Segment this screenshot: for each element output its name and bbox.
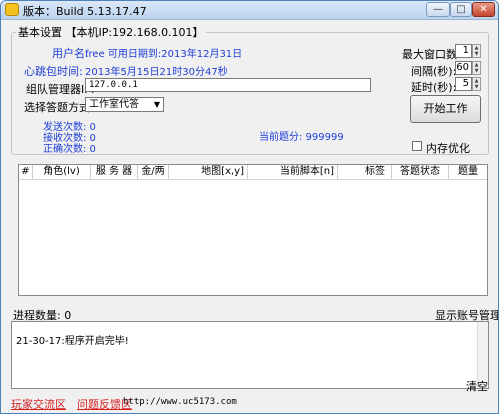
delay-label: 延时(秒):: [411, 81, 457, 94]
close-icon: ✕: [479, 4, 488, 15]
col-index[interactable]: #: [19, 165, 33, 179]
window-title: 版本：Build 5.13.17.47: [23, 5, 147, 18]
heartbeat-label: 心跳包时间:: [24, 65, 83, 78]
col-script[interactable]: 当前脚本[n]: [248, 165, 338, 179]
col-map[interactable]: 地图[x,y]: [169, 165, 248, 179]
username-label: 用户名:: [52, 47, 89, 60]
maximize-button[interactable]: □: [450, 2, 472, 17]
correct-count: 正确次数: 0: [43, 144, 96, 155]
roles-table[interactable]: # 角色(lv) 服 务 器 金/两 地图[x,y] 当前脚本[n] 标签 答题…: [18, 164, 488, 296]
answer-mode-value: 工作室代答: [89, 99, 139, 110]
col-tag[interactable]: 标签: [338, 165, 392, 179]
memory-optimize-checkbox[interactable]: [412, 141, 422, 151]
col-question-count[interactable]: 题量: [449, 165, 487, 179]
player-forum-link[interactable]: 玩家交流区: [11, 396, 66, 412]
website-url[interactable]: http://www.uc5173.com: [123, 397, 237, 407]
chevron-down-icon: ▼: [153, 100, 160, 109]
heartbeat-value: 2013年5月15日21时30分47秒: [85, 67, 228, 78]
manager-ip-input[interactable]: 127.0.0.1: [85, 78, 371, 92]
max-windows-label: 最大窗口数:: [402, 48, 461, 61]
minimize-icon: —: [433, 4, 443, 15]
current-points: 当前题分: 999999: [259, 132, 344, 143]
max-windows-input[interactable]: 1: [455, 44, 472, 58]
minimize-button[interactable]: —: [426, 2, 450, 17]
maximize-icon: □: [456, 4, 466, 15]
col-answer-status[interactable]: 答题状态: [392, 165, 449, 179]
max-windows-stepper[interactable]: ▲ ▼: [472, 44, 481, 58]
answer-mode-label: 选择答题方式:: [24, 101, 94, 114]
status-bar: 玩家交流区 问题反馈区 http://www.uc5173.com: [1, 392, 498, 413]
group-title: 基本设置 【本机IP:192.168.0.101】: [16, 24, 206, 40]
table-header: # 角色(lv) 服 务 器 金/两 地图[x,y] 当前脚本[n] 标签 答题…: [19, 165, 487, 180]
interval-stepper[interactable]: ▲ ▼: [472, 61, 481, 75]
log-line: 21-30-17:程序开启完毕!: [16, 336, 129, 347]
delay-input[interactable]: 5: [455, 77, 472, 91]
log-textarea[interactable]: 21-30-17:程序开启完毕!: [11, 321, 489, 389]
answer-mode-select[interactable]: 工作室代答 ▼: [85, 97, 164, 112]
memory-optimize-label: 内存优化: [426, 142, 470, 155]
start-work-button[interactable]: 开始工作: [410, 95, 481, 123]
close-button[interactable]: ✕: [472, 2, 495, 17]
username-value: free 可用日期到:2013年12月31日: [85, 49, 243, 60]
interval-input[interactable]: 60: [455, 61, 472, 75]
col-gold[interactable]: 金/两: [138, 165, 169, 179]
app-icon: [5, 3, 19, 16]
main-window: 版本：Build 5.13.17.47 — □ ✕ 基本设置 【本机IP:192…: [0, 0, 499, 414]
interval-label: 间隔(秒):: [411, 65, 457, 78]
col-role[interactable]: 角色(lv): [33, 165, 91, 179]
title-bar[interactable]: 版本：Build 5.13.17.47 — □ ✕: [1, 1, 498, 20]
col-server[interactable]: 服 务 器: [91, 165, 138, 179]
delay-stepper[interactable]: ▲ ▼: [472, 77, 481, 91]
